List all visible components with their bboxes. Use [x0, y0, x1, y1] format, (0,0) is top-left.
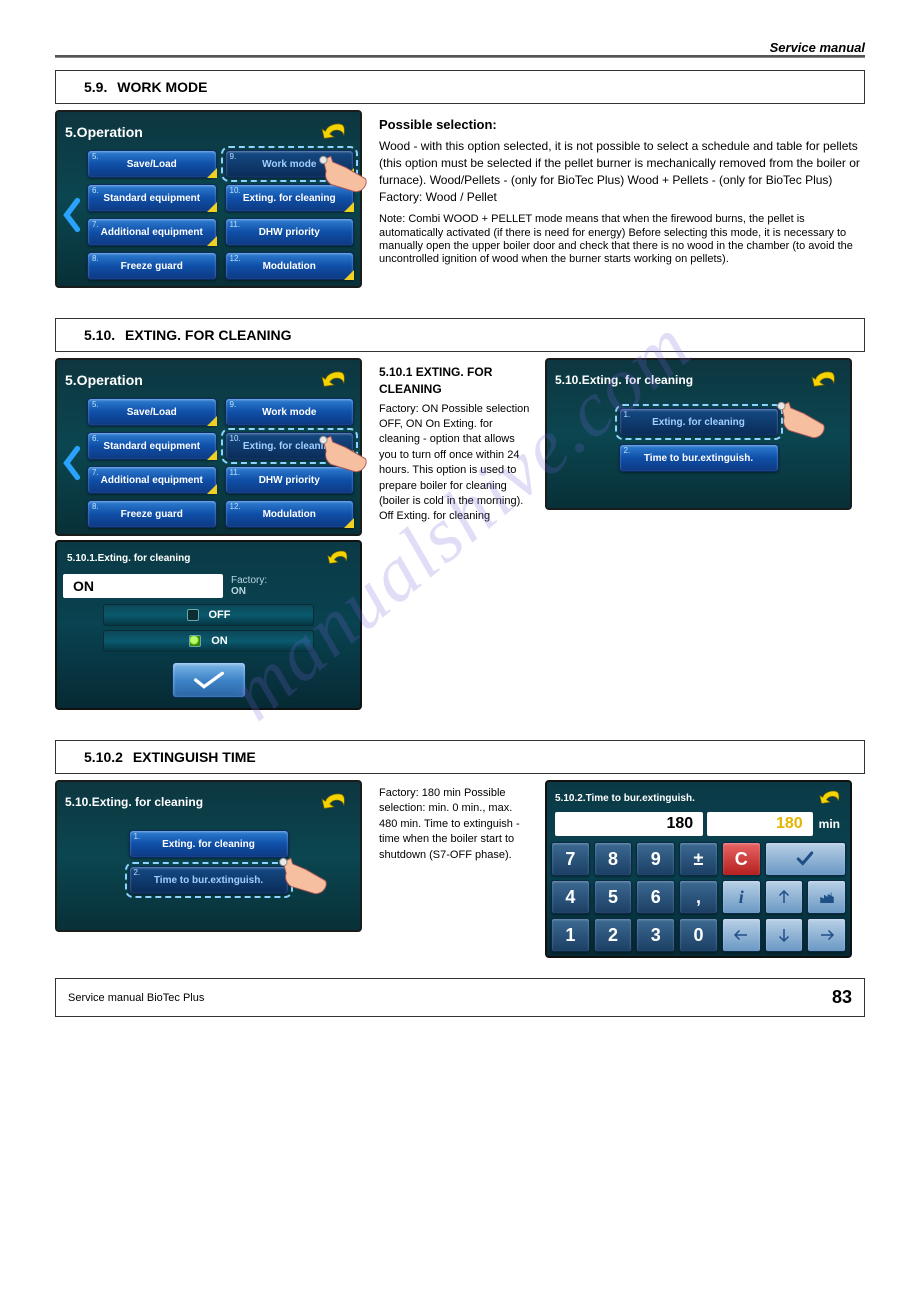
option-off[interactable]: OFF [103, 604, 314, 626]
desc-5-9: Possible selection: Wood - with this opt… [375, 110, 865, 272]
header-rule [55, 55, 865, 58]
desc-5-10-2: Factory: 180 min Possible selection: min… [375, 780, 535, 869]
pointer-hand-icon [772, 396, 828, 444]
key-factory-icon[interactable] [807, 880, 846, 914]
key-9[interactable]: 9 [636, 842, 675, 876]
key-clear[interactable]: C [722, 842, 761, 876]
menu-additional-equip[interactable]: 7.Additional equipment [87, 218, 217, 246]
key-1[interactable]: 1 [551, 918, 590, 952]
section-5-10-row: 5.Operation 5.Save/Load 9.Work mode 6.St… [55, 358, 865, 710]
key-right[interactable] [807, 918, 846, 952]
keypad-screen: 5.10.2.Time to bur.extinguish. 180 180 m… [545, 780, 852, 958]
key-down[interactable] [765, 918, 804, 952]
submenu-time-extinguish[interactable]: 2.Time to bur.extinguish. [129, 866, 289, 894]
footer-text: Service manual BioTec Plus [68, 992, 204, 1004]
key-4[interactable]: 4 [551, 880, 590, 914]
exting-submenu-screen: 5.10.Exting. for cleaning 1.Exting. for … [545, 358, 852, 510]
factory-label: Factory:ON [231, 575, 267, 597]
back-icon[interactable] [326, 548, 350, 568]
chevron-left-icon[interactable] [63, 197, 81, 233]
key-6[interactable]: 6 [636, 880, 675, 914]
key-up[interactable] [765, 880, 804, 914]
confirm-button[interactable] [172, 662, 246, 698]
key-7[interactable]: 7 [551, 842, 590, 876]
page-number: 83 [832, 987, 852, 1008]
menu-modulation[interactable]: 12.Modulation [225, 500, 355, 528]
key-left[interactable] [722, 918, 761, 952]
key-5[interactable]: 5 [594, 880, 633, 914]
desc-5-10: 5.10.1 EXTING. FOR CLEANING Factory: ON … [375, 358, 535, 531]
section-5-10-bar: 5.10. EXTING. FOR CLEANING [55, 318, 865, 352]
page: Service manual 5.9. WORK MODE 5.Operatio… [0, 0, 920, 1037]
back-icon[interactable] [320, 120, 348, 144]
back-icon[interactable] [818, 788, 842, 808]
screen-title: 5.10.Exting. for cleaning [555, 373, 693, 387]
option-on[interactable]: ON [103, 630, 314, 652]
keypad-unit: min [817, 817, 842, 831]
footer: Service manual BioTec Plus 83 [55, 978, 865, 1017]
exting-submenu-screen-2: 5.10.Exting. for cleaning 1.Exting. for … [55, 780, 362, 932]
key-plusminus[interactable]: ± [679, 842, 718, 876]
submenu-exting[interactable]: 1.Exting. for cleaning [129, 830, 289, 858]
menu-standard-equip[interactable]: 6.Standard equipment [87, 184, 217, 212]
keypad-value: 180 [555, 812, 703, 836]
section-5-9-row: 5.Operation 5.Save/Load 9.Work mode 6.St… [55, 110, 865, 288]
back-icon[interactable] [320, 368, 348, 392]
chevron-left-icon[interactable] [63, 445, 81, 481]
menu-work-mode[interactable]: 9.Work mode [225, 398, 355, 426]
back-icon[interactable] [320, 790, 348, 814]
menu-dhw-priority[interactable]: 11.DHW priority [225, 218, 355, 246]
keypad-value-2: 180 [707, 812, 812, 836]
operation-screen-2: 5.Operation 5.Save/Load 9.Work mode 6.St… [55, 358, 362, 536]
pointer-hand-icon [314, 430, 370, 478]
screen-title: 5.Operation [65, 124, 143, 140]
menu-standard-equip[interactable]: 6.Standard equipment [87, 432, 217, 460]
menu-save-load[interactable]: 5.Save/Load [87, 398, 217, 426]
menu-save-load[interactable]: 5.Save/Load [87, 150, 217, 178]
submenu-time-extinguish[interactable]: 2.Time to bur.extinguish. [619, 444, 779, 472]
pointer-hand-icon [274, 852, 330, 900]
key-2[interactable]: 2 [594, 918, 633, 952]
screen-title: 5.Operation [65, 372, 143, 388]
key-8[interactable]: 8 [594, 842, 633, 876]
section-5-9-bar: 5.9. WORK MODE [55, 70, 865, 104]
key-comma[interactable]: , [679, 880, 718, 914]
pointer-hand-icon [314, 150, 370, 198]
operation-screen-1: 5.Operation 5.Save/Load 9.Work mode 6.St… [55, 110, 362, 288]
keypad-grid: 7 8 9 ± C 4 5 6 , i 1 2 3 0 [551, 842, 846, 952]
exting-onoff-screen: 5.10.1.Exting. for cleaning ON Factory:O… [55, 540, 362, 710]
screen-title: 5.10.Exting. for cleaning [65, 795, 203, 809]
current-value: ON [63, 574, 223, 598]
back-icon[interactable] [810, 368, 838, 392]
menu-modulation[interactable]: 12.Modulation [225, 252, 355, 280]
menu-freeze-guard[interactable]: 8.Freeze guard [87, 252, 217, 280]
section-5-10-2-row: 5.10.Exting. for cleaning 1.Exting. for … [55, 780, 865, 958]
menu-additional-equip[interactable]: 7.Additional equipment [87, 466, 217, 494]
key-confirm[interactable] [765, 842, 846, 876]
submenu-exting[interactable]: 1.Exting. for cleaning [619, 408, 779, 436]
key-info[interactable]: i [722, 880, 761, 914]
key-0[interactable]: 0 [679, 918, 718, 952]
doc-header: Service manual [55, 40, 865, 55]
menu-freeze-guard[interactable]: 8.Freeze guard [87, 500, 217, 528]
key-3[interactable]: 3 [636, 918, 675, 952]
section-5-10-2-bar: 5.10.2 EXTINGUISH TIME [55, 740, 865, 774]
